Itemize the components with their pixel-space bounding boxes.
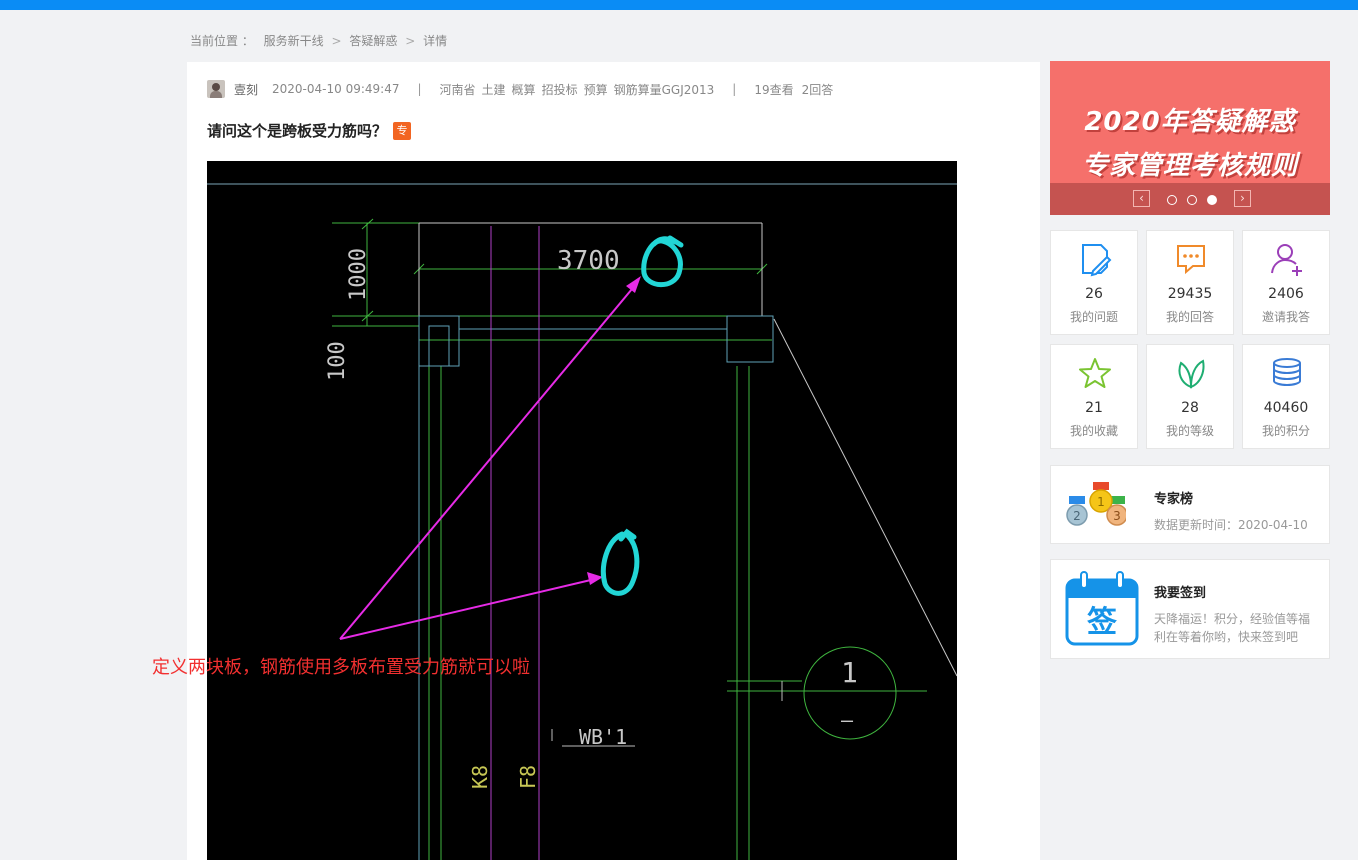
view-count: 19查看 xyxy=(754,82,794,97)
checkin-desc-line2: 利在等着你哟，快来签到吧 xyxy=(1154,630,1299,644)
dim-height-label: 1000 xyxy=(346,248,371,301)
stat-label: 邀请我答 xyxy=(1261,310,1310,324)
tag-civil[interactable]: 土建 xyxy=(482,81,506,98)
highlight-circle-marks xyxy=(600,235,684,596)
stat-label: 我的收藏 xyxy=(1069,424,1118,438)
question-title: 请问这个是跨板受力筋吗？ 专 xyxy=(207,120,412,141)
breadcrumb-separator: > xyxy=(331,34,342,48)
question-meta: 壹刻 2020-04-10 09:49:47 | 河南省 土建 概算 招投标 预… xyxy=(207,80,841,98)
meta-divider: | xyxy=(417,82,422,96)
cad-drawing-svg: 3700 1000 100 1 – WB'1 K8 F8 xyxy=(207,183,958,860)
expert-leaderboard-card[interactable]: 2 1 3 专家榜 数据更新时间：2020-04-10 xyxy=(1050,465,1330,544)
breadcrumb-current: 详情 xyxy=(423,34,448,48)
answer-count: 2回答 xyxy=(801,82,834,97)
checkin-title: 我要签到 xyxy=(1154,586,1207,601)
dim-small-label: 100 xyxy=(325,341,350,381)
stat-my-questions[interactable]: 26 我的问题 xyxy=(1050,230,1138,335)
question-edit-icon xyxy=(1082,244,1112,277)
promo-banner[interactable]: 2020年答疑解惑 专家管理考核规则 ‹ › xyxy=(1050,61,1330,215)
avatar[interactable] xyxy=(207,80,225,98)
stat-label: 我的问题 xyxy=(1069,310,1118,324)
post-date: 2020-04-10 09:49:47 xyxy=(272,82,400,96)
stat-value: 40460 xyxy=(1263,400,1309,416)
medal-bronze-number: 3 xyxy=(1113,509,1121,523)
tag-budget[interactable]: 预算 xyxy=(584,81,608,98)
stat-label: 我的等级 xyxy=(1165,424,1214,438)
stat-invited-answers[interactable]: 2406 邀请我答 xyxy=(1242,230,1330,335)
stat-label: 我的积分 xyxy=(1261,424,1310,438)
breadcrumb-link-qa[interactable]: 答疑解惑 xyxy=(349,34,397,48)
breadcrumb-link-service[interactable]: 服务新干线 xyxy=(264,34,324,48)
question-title-text: 请问这个是跨板受力筋吗？ xyxy=(207,122,388,140)
slab-label: WB'1 xyxy=(579,725,627,749)
banner-line2: 专家管理考核规则 xyxy=(1081,151,1298,181)
rebar-label-f8: F8 xyxy=(516,765,540,789)
star-icon xyxy=(1079,358,1111,388)
rebar-label-k8: K8 xyxy=(468,765,492,789)
medals-icon: 2 1 3 xyxy=(1066,482,1126,526)
stat-value: 26 xyxy=(1085,286,1103,302)
breadcrumb: 当前位置 ： 服务新干线 > 答疑解惑 > 详情 xyxy=(190,32,447,49)
medal-gold-number: 1 xyxy=(1097,495,1105,509)
calendar-glyph: 签 xyxy=(1087,605,1117,640)
calendar-checkin-icon: 签 xyxy=(1065,571,1139,646)
banner-line1: 2020年答疑解惑 xyxy=(1084,107,1296,137)
top-accent-bar xyxy=(0,0,1358,10)
banner-prev-button[interactable]: ‹ xyxy=(1133,190,1150,207)
tag-software[interactable]: 钢筋算量GGJ2013 xyxy=(614,81,715,98)
add-user-icon xyxy=(1271,244,1302,276)
meta-divider: | xyxy=(732,82,737,96)
leaf-icon xyxy=(1178,359,1205,389)
banner-dot-1[interactable] xyxy=(1167,195,1177,205)
banner-next-button[interactable]: › xyxy=(1234,190,1251,207)
tag-region[interactable]: 河南省 xyxy=(440,81,476,98)
stat-my-favorites[interactable]: 21 我的收藏 xyxy=(1050,344,1138,449)
tag-estimate[interactable]: 概算 xyxy=(512,81,536,98)
stat-my-answers[interactable]: 29435 我的回答 xyxy=(1146,230,1234,335)
cad-drawing-image: 3700 1000 100 1 – WB'1 K8 F8 xyxy=(207,161,958,860)
banner-controls: ‹ › xyxy=(1050,183,1330,215)
tag-bidding[interactable]: 招投标 xyxy=(542,81,578,98)
breadcrumb-separator: > xyxy=(405,34,416,48)
medal-silver-number: 2 xyxy=(1073,509,1081,523)
banner-dot-3[interactable] xyxy=(1207,195,1217,205)
stat-my-points[interactable]: 40460 我的积分 xyxy=(1242,344,1330,449)
section-dash: – xyxy=(841,708,854,732)
checkin-desc-line1: 天降福运！积分，经验值等福 xyxy=(1154,612,1311,626)
expert-board-updated: 数据更新时间：2020-04-10 xyxy=(1154,518,1308,532)
checkin-card[interactable]: 签 我要签到 天降福运！积分，经验值等福 利在等着你哟，快来签到吧 xyxy=(1050,559,1330,659)
expert-board-title: 专家榜 xyxy=(1154,492,1194,507)
stat-my-level[interactable]: 28 我的等级 xyxy=(1146,344,1234,449)
stat-value: 28 xyxy=(1181,400,1199,416)
stat-value: 2406 xyxy=(1268,286,1304,302)
stat-value: 21 xyxy=(1085,400,1103,416)
stat-value: 29435 xyxy=(1167,286,1213,302)
breadcrumb-prefix: 当前位置 ： xyxy=(190,34,254,48)
author-name[interactable]: 壹刻 xyxy=(234,81,258,98)
banner-dot-2[interactable] xyxy=(1187,195,1197,205)
coins-stack-icon xyxy=(1273,358,1301,387)
section-number: 1 xyxy=(841,656,858,689)
question-panel: 壹刻 2020-04-10 09:49:47 | 河南省 土建 概算 招投标 预… xyxy=(187,62,1040,860)
dim-width-label: 3700 xyxy=(557,246,620,276)
stat-label: 我的回答 xyxy=(1165,310,1214,324)
chat-bubble-icon xyxy=(1177,245,1205,275)
expert-badge: 专 xyxy=(393,121,412,140)
answer-annotation-text: 定义两块板，钢筋使用多板布置受力筋就可以啦 xyxy=(152,657,530,678)
